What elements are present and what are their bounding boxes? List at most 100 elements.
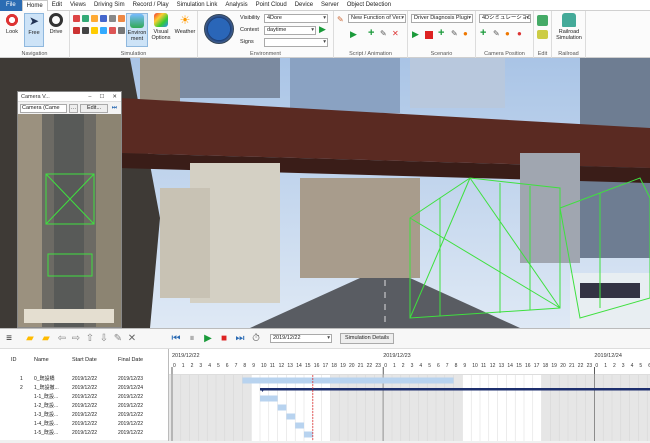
script-group: ✎ New Function of Ver. ▶ + ✎ ✕ Script / … (334, 11, 408, 58)
menu-point-cloud[interactable]: Point Cloud (252, 0, 291, 11)
menu-home[interactable]: Home (21, 0, 48, 11)
visual-options-button[interactable]: Visual Options (150, 13, 172, 47)
camera-add-icon[interactable]: + (480, 27, 486, 39)
menu-views[interactable]: Views (66, 0, 90, 11)
date-select[interactable]: 2019/12/22 (270, 334, 332, 343)
camera-edit-button[interactable]: Edit... (80, 103, 108, 113)
camera-select[interactable]: 4Dシミュレーション (479, 14, 531, 23)
camera-select[interactable]: Camera (Came (20, 103, 67, 113)
script-add-icon[interactable]: + (368, 27, 374, 39)
menu-icon[interactable]: ≡ (3, 333, 15, 345)
task-row[interactable]: 1-4_既設... 2019/12/22 2019/12/22 (0, 419, 168, 428)
signs-select[interactable] (264, 38, 328, 47)
camera-icon[interactable] (82, 27, 89, 34)
environment-btn-label: Environ ment (127, 30, 147, 42)
context-play-icon[interactable]: ▶ (319, 24, 326, 35)
menu-server[interactable]: Server (317, 0, 343, 11)
skip-back-icon[interactable]: ⏮ (170, 333, 182, 345)
pencil-icon[interactable]: ✎ (337, 15, 344, 24)
script-edit-icon[interactable]: ✎ (380, 29, 387, 38)
maximize-icon[interactable]: ☐ (99, 94, 104, 100)
delete-icon[interactable]: ✕ (126, 333, 138, 345)
col-id: ID (11, 357, 17, 363)
truck-icon[interactable] (100, 27, 107, 34)
menu-driving-sim[interactable]: Driving Sim (90, 0, 129, 11)
sign-icon[interactable] (91, 15, 98, 22)
drive-button[interactable]: Drive (46, 13, 66, 47)
edit-tool-icon[interactable] (537, 15, 548, 26)
camera-view-window[interactable]: Camera V... – ☐ ✕ Camera (Came … Edit...… (17, 91, 122, 328)
scenario-stop-icon[interactable] (425, 31, 433, 39)
play-icon[interactable]: ▶ (202, 333, 214, 345)
menu-file[interactable]: File (0, 0, 22, 11)
arrow-down-icon[interactable]: ⇩ (98, 333, 110, 345)
timer-icon[interactable]: ⏱ (250, 333, 262, 345)
arrow-left-icon[interactable]: ⇦ (56, 333, 68, 345)
task-start-date: 2019/12/22 (72, 429, 98, 436)
signal-icon[interactable] (73, 27, 80, 34)
add-folder-icon[interactable]: ▰ (24, 333, 36, 345)
stop-icon[interactable]: ■ (218, 333, 230, 345)
camera-browse-button[interactable]: … (69, 103, 78, 113)
task-row[interactable]: 1-1_既設... 2019/12/22 2019/12/22 (0, 392, 168, 401)
menu-analysis[interactable]: Analysis (221, 0, 251, 11)
railroad-simulation-button[interactable]: Railroad Simulation (554, 13, 584, 47)
environment-button[interactable]: Environ ment (126, 13, 148, 47)
scenario-play-icon[interactable]: ▶ (412, 29, 419, 40)
task-row[interactable]: 1-2_既設... 2019/12/22 2019/12/22 (0, 401, 168, 410)
camera-pin2-icon[interactable]: ● (517, 29, 522, 38)
close-icon[interactable]: ✕ (112, 94, 117, 100)
scenario-select[interactable]: Driver Diagnosis Plugi (411, 14, 473, 23)
hour-label: 22 (367, 363, 373, 369)
task-start-date: 2019/12/22 (72, 375, 98, 382)
person-icon[interactable] (100, 15, 107, 22)
camera-edit-icon[interactable]: ✎ (493, 29, 500, 38)
scenario-edit-icon[interactable]: ✎ (451, 29, 458, 38)
camera-next-icon[interactable]: ⏭ (110, 104, 119, 113)
add-item-icon[interactable]: ▰ (40, 333, 52, 345)
context-label: Context (240, 27, 259, 33)
clock-icon[interactable] (204, 14, 234, 44)
camera-pin1-icon[interactable]: ● (505, 29, 510, 38)
car-icon[interactable] (73, 15, 80, 22)
minimize-icon[interactable]: – (88, 94, 91, 100)
gantt-chart[interactable]: 2019/12/22 2019/12/23 2019/12/24 0 1 2 3 4 5 6 7 8 9… (168, 349, 650, 441)
col-final-date: Final Date (118, 357, 144, 363)
stop-icon[interactable] (109, 27, 116, 34)
arrow-up-icon[interactable]: ⇧ (84, 333, 96, 345)
menu-simulation-link[interactable]: Simulation Link (173, 0, 222, 11)
script-select[interactable]: New Function of Ver. (348, 14, 406, 23)
context-select[interactable]: daytime (264, 26, 316, 35)
road-icon[interactable] (118, 27, 125, 34)
edit-icon[interactable]: ✎ (112, 333, 124, 345)
light-icon[interactable] (91, 27, 98, 34)
weather-button[interactable]: ☀ Weather (174, 13, 196, 47)
menu-record-play[interactable]: Record / Play (129, 0, 173, 11)
menu-device[interactable]: Device (291, 0, 317, 11)
weather-icon: ☀ (179, 13, 191, 27)
skip-forward-icon[interactable]: ⏭ (234, 333, 246, 345)
task-row[interactable]: 1 0_既設橋 2019/12/22 2019/12/23 (0, 374, 168, 383)
grid-icon[interactable] (109, 15, 116, 22)
task-row[interactable]: 1-5_既設... 2019/12/22 2019/12/22 (0, 428, 168, 437)
script-delete-icon[interactable]: ✕ (392, 29, 399, 38)
free-button[interactable]: ➤ Free (24, 13, 44, 47)
pause-icon[interactable]: ⏸ (186, 333, 198, 345)
scenario-pin-icon[interactable]: ● (463, 29, 468, 38)
hour-label: 14 (296, 363, 302, 369)
menu-edit[interactable]: Edit (48, 0, 66, 11)
camera-window-titlebar[interactable]: Camera V... – ☐ ✕ (18, 92, 121, 102)
menu-object-detection[interactable]: Object Detection (343, 0, 395, 11)
visibility-select[interactable]: 4Dore (264, 14, 328, 23)
tree-icon[interactable] (82, 15, 89, 22)
edit-tool2-icon[interactable] (537, 30, 548, 39)
task-row[interactable]: 1-3_既設... 2019/12/22 2019/12/22 (0, 410, 168, 419)
fire-icon[interactable] (118, 15, 125, 22)
script-play-icon[interactable]: ▶ (350, 29, 357, 40)
look-button[interactable]: Look (2, 13, 22, 47)
hour-label: 11 (270, 363, 275, 369)
task-row[interactable]: 2 1_既設撤... 2019/12/22 2019/12/24 (0, 383, 168, 392)
scenario-add-icon[interactable]: + (438, 27, 444, 39)
simulation-details-button[interactable]: Simulation Details (340, 333, 394, 344)
arrow-right-icon[interactable]: ⇨ (70, 333, 82, 345)
